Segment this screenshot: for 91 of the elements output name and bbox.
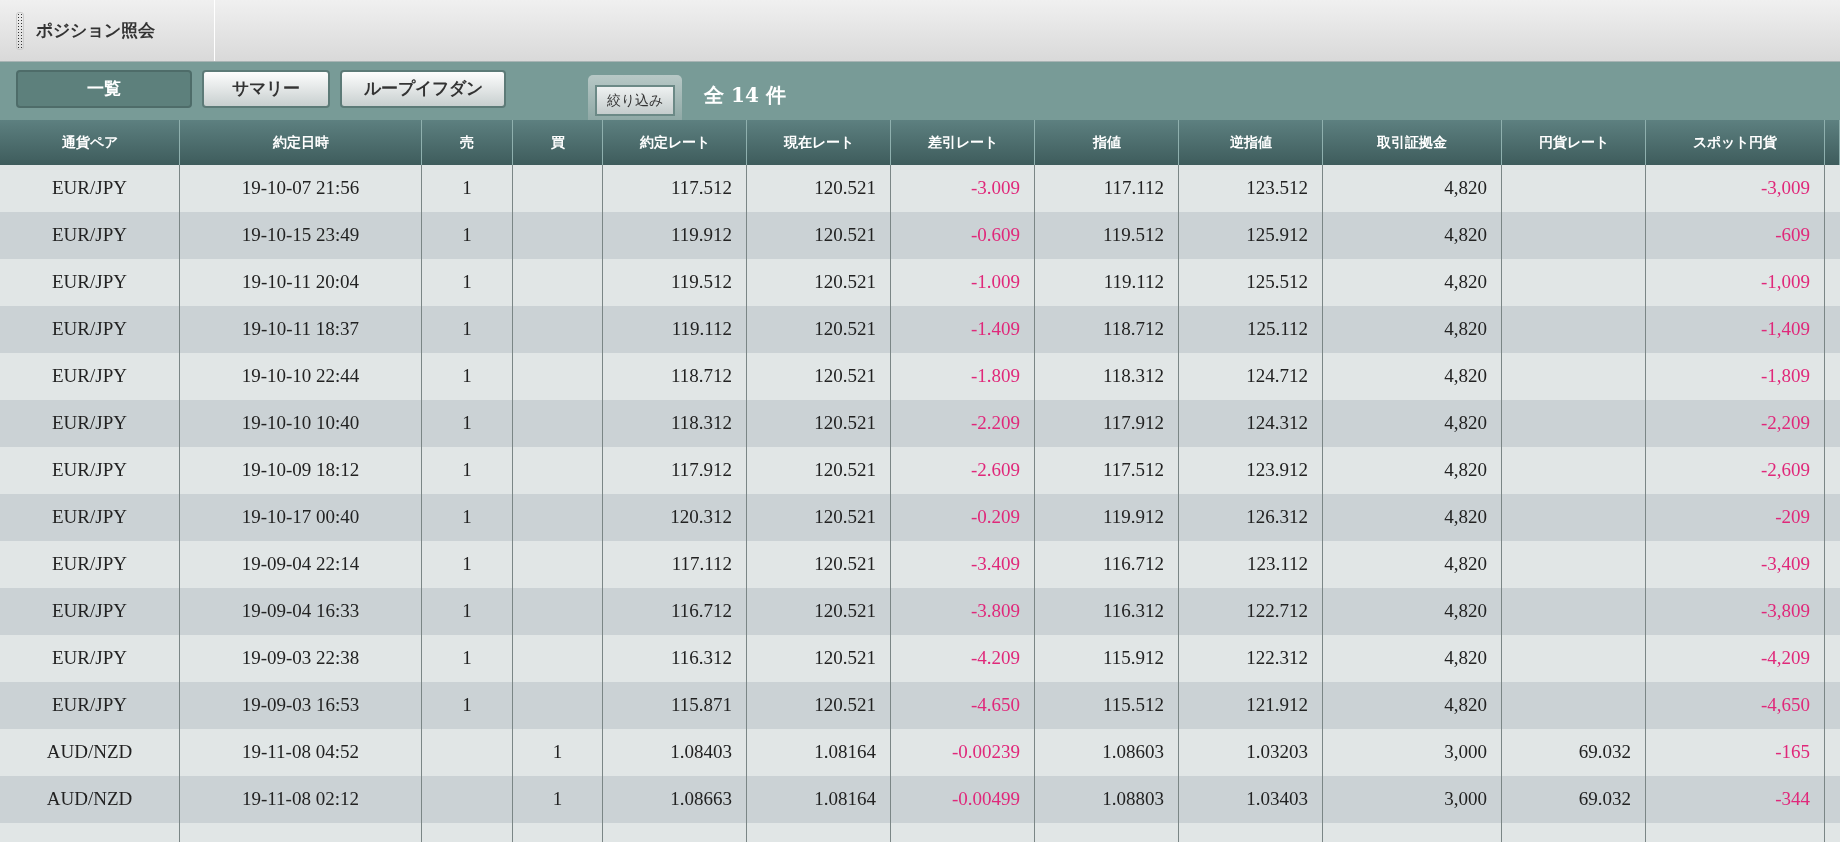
table-cell: 4,820 <box>1323 588 1502 635</box>
table-cell: 118.312 <box>603 400 747 447</box>
window-title: ポジション照会 <box>36 18 155 42</box>
table-cell: 1.08803 <box>1035 776 1179 823</box>
table-cell: 116.312 <box>1035 588 1179 635</box>
table-cell: AUD/NZD <box>0 776 180 823</box>
table-cell: 4,820 <box>1323 306 1502 353</box>
table-cell: 3,000 <box>1323 776 1502 823</box>
table-cell: -3.809 <box>891 588 1035 635</box>
column-header: 買 <box>513 120 603 165</box>
table-cell: -4.650 <box>891 682 1035 729</box>
table-cell: -3,809 <box>1646 588 1825 635</box>
filter-button[interactable]: 絞り込み <box>595 85 675 116</box>
table-cell: 120.312 <box>603 494 747 541</box>
table-cell: 1.08663 <box>603 776 747 823</box>
table-cell: 19-09-04 16:33 <box>180 588 422 635</box>
table-cell: 69.032 <box>1502 776 1646 823</box>
table-cell: 119.512 <box>1035 212 1179 259</box>
table-cell: 117.912 <box>1035 400 1179 447</box>
table-cell: 19-10-11 18:37 <box>180 306 422 353</box>
column-header: 差引レート <box>891 120 1035 165</box>
table-cell: -0.609 <box>891 212 1035 259</box>
table-cell: EUR/JPY <box>0 682 180 729</box>
table-cell: 124.312 <box>1179 400 1323 447</box>
table-cell: 4,820 <box>1323 212 1502 259</box>
table-cell: EUR/JPY <box>0 588 180 635</box>
table-cell: 120.521 <box>747 588 891 635</box>
table-cell: 1 <box>513 776 603 823</box>
table-cell: 4,820 <box>1323 400 1502 447</box>
table-cell: 120.521 <box>747 682 891 729</box>
table-cell: EUR/JPY <box>0 494 180 541</box>
table-cell: 115.871 <box>603 682 747 729</box>
table-cell: 1.08164 <box>747 776 891 823</box>
column-header <box>1825 120 1840 165</box>
table-cell: 1 <box>422 306 513 353</box>
table-cell: 1 <box>422 682 513 729</box>
table-cell: 1 <box>422 212 513 259</box>
table-cell: 125.912 <box>1179 212 1323 259</box>
column-header: 円貨レート <box>1502 120 1646 165</box>
column-header: 取引証拠金 <box>1323 120 1502 165</box>
table-cell: 115.512 <box>1035 682 1179 729</box>
tab[interactable]: 一覧 <box>16 70 192 108</box>
table-cell: EUR/JPY <box>0 212 180 259</box>
column-header: スポット円貨 <box>1646 120 1825 165</box>
table-cell: 19-11-08 02:12 <box>180 776 422 823</box>
table-cell: -2.209 <box>891 400 1035 447</box>
table-cell: 119.912 <box>1035 494 1179 541</box>
table-cell: 120.521 <box>747 400 891 447</box>
table-cell: 19-10-15 23:49 <box>180 212 422 259</box>
drag-handle-icon[interactable] <box>16 11 24 50</box>
table-cell: -0.00499 <box>891 776 1035 823</box>
column-header: 約定日時 <box>180 120 422 165</box>
table-cell: EUR/JPY <box>0 400 180 447</box>
table-cell: 122.712 <box>1179 588 1323 635</box>
table-cell: 125.112 <box>1179 306 1323 353</box>
tab[interactable]: サマリー <box>202 70 330 108</box>
table-cell: -1.409 <box>891 306 1035 353</box>
table-cell: -0.209 <box>891 494 1035 541</box>
column-header: 通貨ペア <box>0 120 180 165</box>
table-cell: 19-09-03 16:53 <box>180 682 422 729</box>
column-header: 売 <box>422 120 513 165</box>
table-cell: 119.912 <box>603 212 747 259</box>
table-cell: 116.712 <box>603 588 747 635</box>
table-cell: 4,820 <box>1323 682 1502 729</box>
tab[interactable]: ループイフダン <box>340 70 506 108</box>
table-cell: 120.521 <box>747 494 891 541</box>
table-cell: -209 <box>1646 494 1825 541</box>
table-cell: 1 <box>422 400 513 447</box>
table-cell: 1 <box>422 588 513 635</box>
table-cell: 4,820 <box>1323 494 1502 541</box>
table-cell: -609 <box>1646 212 1825 259</box>
table-cell: -2,209 <box>1646 400 1825 447</box>
table-cell: 126.312 <box>1179 494 1323 541</box>
column-header: 逆指値 <box>1179 120 1323 165</box>
table-cell: 120.521 <box>747 212 891 259</box>
table-cell: 120.521 <box>747 306 891 353</box>
table-cell: -1,409 <box>1646 306 1825 353</box>
table-cell: 19-10-10 10:40 <box>180 400 422 447</box>
table-cell: -4,650 <box>1646 682 1825 729</box>
column-header: 約定レート <box>603 120 747 165</box>
table-cell: 1 <box>422 494 513 541</box>
table-cell: 119.112 <box>603 306 747 353</box>
record-count: 全 14 件 <box>704 82 786 109</box>
table-cell: 1.03403 <box>1179 776 1323 823</box>
column-header: 現在レート <box>747 120 891 165</box>
column-header: 指値 <box>1035 120 1179 165</box>
table-cell: 121.912 <box>1179 682 1323 729</box>
table-cell: 19-10-17 00:40 <box>180 494 422 541</box>
table-cell: 118.712 <box>1035 306 1179 353</box>
table-cell: -344 <box>1646 776 1825 823</box>
table-cell: EUR/JPY <box>0 306 180 353</box>
